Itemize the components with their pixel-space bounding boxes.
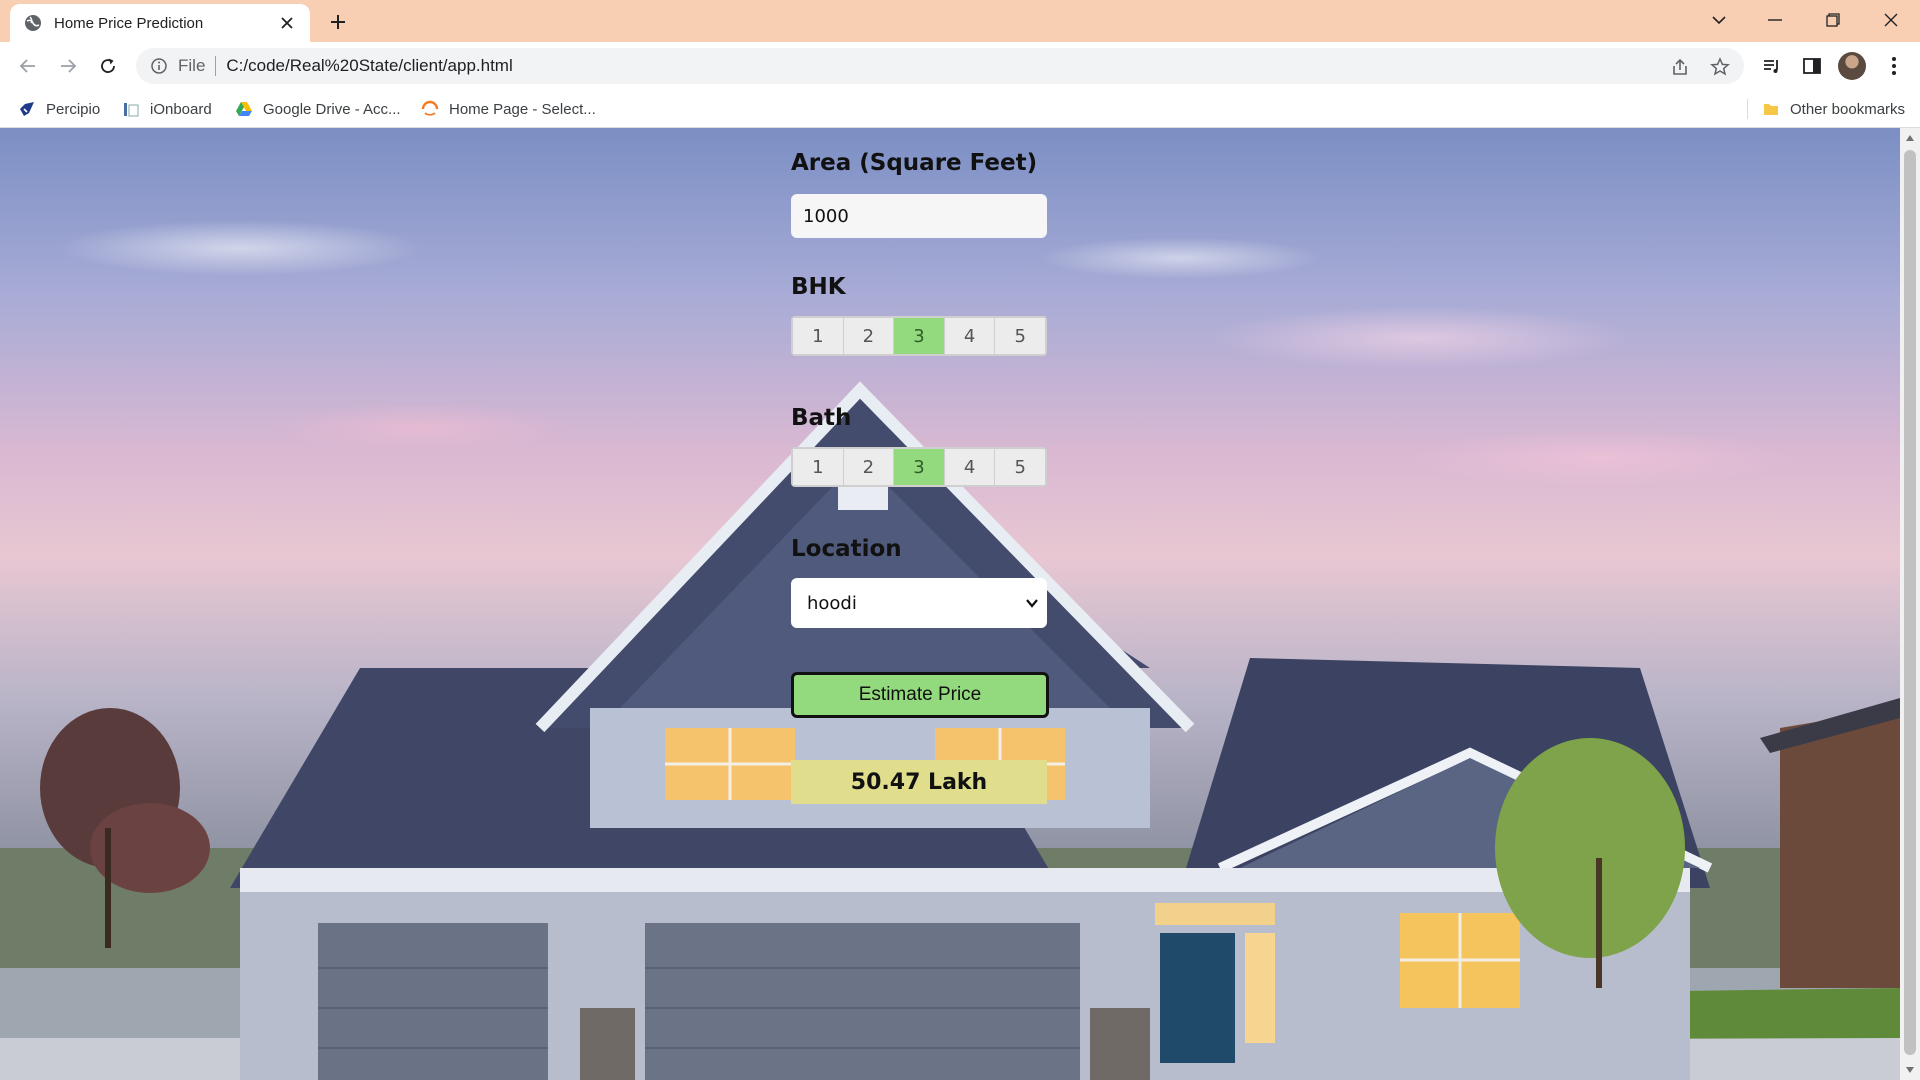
restore-icon[interactable] [1810, 0, 1856, 40]
bath-option-1[interactable]: 1 [793, 449, 844, 485]
more-menu-icon[interactable] [1880, 52, 1908, 80]
location-label: Location [791, 536, 902, 562]
profile-avatar[interactable] [1838, 52, 1866, 80]
estimated-price-result: 50.47 Lakh [791, 760, 1047, 804]
bhk-option-1[interactable]: 1 [793, 318, 844, 354]
new-tab-button[interactable] [325, 9, 351, 35]
globe-icon [24, 14, 42, 32]
bookmark-label: Google Drive - Acc... [263, 100, 401, 118]
bhk-option-3[interactable]: 3 [894, 318, 945, 354]
page-viewport: Area (Square Feet) BHK 1 2 3 4 5 Bath 1 … [0, 128, 1900, 1080]
page-scrollbar[interactable] [1900, 128, 1920, 1080]
tab-strip: Home Price Prediction [0, 0, 1920, 42]
scroll-thumb[interactable] [1904, 150, 1916, 1055]
bath-selector: 1 2 3 4 5 [791, 447, 1047, 487]
url-text[interactable]: C:/code/Real%20State/client/app.html [226, 56, 512, 76]
reading-list-icon[interactable] [1758, 52, 1786, 80]
bookmark-ionboard[interactable]: iOnboard [122, 98, 212, 120]
bath-option-2[interactable]: 2 [843, 449, 895, 485]
bookmark-home-page[interactable]: Home Page - Select... [421, 98, 596, 120]
window-close-icon[interactable] [1868, 0, 1914, 40]
reload-icon[interactable] [92, 50, 124, 82]
browser-tab[interactable]: Home Price Prediction [10, 4, 310, 42]
bhk-label: BHK [791, 274, 846, 300]
scroll-up-icon[interactable] [1904, 132, 1916, 144]
bhk-option-5[interactable]: 5 [995, 318, 1045, 354]
bookmark-label: Percipio [46, 100, 101, 118]
ionboard-logo-icon [122, 100, 140, 118]
bookmark-google-drive[interactable]: Google Drive - Acc... [235, 98, 401, 120]
bookmark-label: iOnboard [150, 100, 212, 118]
bath-option-3[interactable]: 3 [894, 449, 945, 485]
side-panel-icon[interactable] [1798, 52, 1826, 80]
star-icon[interactable] [1709, 56, 1731, 78]
area-label: Area (Square Feet) [791, 150, 1038, 176]
other-bookmarks-label: Other bookmarks [1790, 100, 1906, 118]
other-bookmarks-folder[interactable]: Other bookmarks [1762, 98, 1905, 120]
scroll-down-icon[interactable] [1904, 1064, 1916, 1076]
bookmark-label: Home Page - Select... [449, 100, 596, 118]
bhk-option-4[interactable]: 4 [944, 318, 996, 354]
close-icon[interactable] [278, 14, 296, 32]
bath-option-4[interactable]: 4 [944, 449, 996, 485]
bookmarks-bar: Percipio iOnboard Google Drive - Acc... … [0, 90, 1920, 128]
bookmarks-divider [1747, 99, 1748, 119]
info-icon[interactable] [150, 57, 168, 75]
forward-arrow-icon[interactable] [52, 50, 84, 82]
bath-label: Bath [791, 405, 852, 431]
google-drive-icon [235, 100, 253, 118]
minimize-icon[interactable] [1752, 0, 1798, 40]
url-separator [215, 56, 217, 76]
address-bar[interactable]: File C:/code/Real%20State/client/app.htm… [136, 48, 1744, 84]
browser-toolbar: File C:/code/Real%20State/client/app.htm… [0, 42, 1920, 90]
back-arrow-icon[interactable] [12, 50, 44, 82]
home-page-logo-icon [421, 100, 439, 118]
share-icon[interactable] [1669, 56, 1691, 78]
bhk-option-2[interactable]: 2 [843, 318, 895, 354]
location-select[interactable]: hoodi [791, 578, 1047, 628]
bookmark-percipio[interactable]: Percipio [18, 98, 100, 120]
tab-title: Home Price Prediction [54, 14, 204, 32]
bath-option-5[interactable]: 5 [995, 449, 1045, 485]
area-input[interactable] [791, 194, 1047, 238]
bhk-selector: 1 2 3 4 5 [791, 316, 1047, 356]
percipio-logo-icon [18, 100, 36, 118]
folder-icon [1762, 100, 1780, 118]
tab-search-icon[interactable] [1696, 0, 1742, 40]
url-scheme: File [178, 56, 206, 75]
estimate-price-button[interactable]: Estimate Price [791, 672, 1049, 718]
